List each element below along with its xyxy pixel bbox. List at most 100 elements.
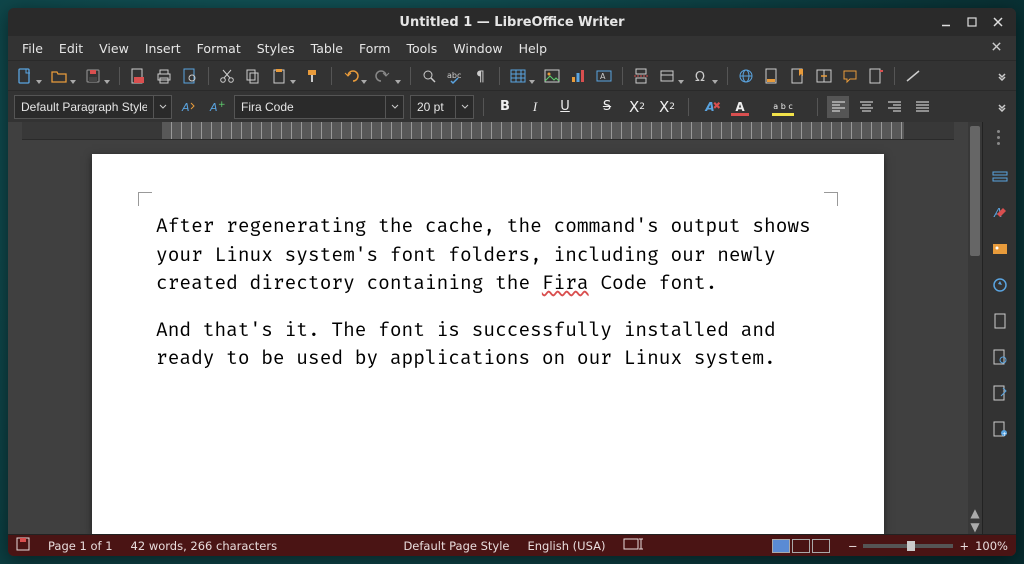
sidebar-style-inspector-icon[interactable] bbox=[989, 346, 1011, 368]
status-wordcount[interactable]: 42 words, 266 characters bbox=[131, 539, 278, 553]
insert-special-char-button[interactable]: Ω bbox=[690, 65, 712, 87]
view-single-page-button[interactable] bbox=[772, 539, 790, 553]
paragraph-style-combo[interactable] bbox=[14, 95, 172, 119]
font-size-dropdown[interactable] bbox=[455, 96, 473, 118]
status-insert-mode[interactable] bbox=[623, 538, 645, 553]
print-preview-button[interactable] bbox=[179, 65, 201, 87]
font-name-combo[interactable] bbox=[234, 95, 404, 119]
minimize-button[interactable] bbox=[934, 12, 958, 32]
new-document-button[interactable] bbox=[14, 65, 36, 87]
sidebar-page-icon[interactable] bbox=[989, 310, 1011, 332]
font-color-button[interactable]: A bbox=[728, 95, 752, 119]
redo-button[interactable] bbox=[373, 65, 395, 87]
sidebar-handle[interactable] bbox=[997, 130, 1003, 146]
font-size-input[interactable] bbox=[411, 100, 455, 114]
view-book-button[interactable] bbox=[812, 539, 830, 553]
insert-comment-button[interactable] bbox=[839, 65, 861, 87]
insert-textbox-button[interactable]: A bbox=[593, 65, 615, 87]
formatting-overflow-button[interactable] bbox=[994, 96, 1010, 118]
insert-page-break-button[interactable] bbox=[630, 65, 652, 87]
update-style-button[interactable]: A bbox=[178, 96, 200, 118]
toolbar-overflow-button[interactable] bbox=[994, 65, 1010, 87]
menu-form[interactable]: Form bbox=[351, 38, 399, 59]
document-page[interactable]: After regenerating the cache, the comman… bbox=[92, 154, 884, 534]
menu-file[interactable]: File bbox=[14, 38, 51, 59]
font-size-combo[interactable] bbox=[410, 95, 474, 119]
superscript-button[interactable]: X2 bbox=[625, 95, 649, 119]
print-button[interactable] bbox=[153, 65, 175, 87]
copy-button[interactable] bbox=[242, 65, 264, 87]
find-replace-button[interactable] bbox=[418, 65, 440, 87]
zoom-out-button[interactable]: − bbox=[848, 539, 858, 553]
insert-table-button[interactable] bbox=[507, 65, 529, 87]
maximize-button[interactable] bbox=[960, 12, 984, 32]
insert-bookmark-button[interactable] bbox=[787, 65, 809, 87]
insert-field-button[interactable] bbox=[656, 65, 678, 87]
clone-formatting-button[interactable] bbox=[302, 65, 324, 87]
insert-line-button[interactable] bbox=[902, 65, 924, 87]
insert-hyperlink-button[interactable] bbox=[735, 65, 757, 87]
insert-image-button[interactable] bbox=[541, 65, 563, 87]
sidebar-manage-changes-icon[interactable] bbox=[989, 382, 1011, 404]
sidebar-properties-icon[interactable] bbox=[989, 166, 1011, 188]
align-justify-button[interactable] bbox=[911, 96, 933, 118]
save-status-icon[interactable] bbox=[16, 537, 30, 554]
menu-window[interactable]: Window bbox=[445, 38, 510, 59]
menu-help[interactable]: Help bbox=[511, 38, 556, 59]
highlight-color-button[interactable]: a b c bbox=[770, 95, 796, 119]
menu-insert[interactable]: Insert bbox=[137, 38, 189, 59]
align-center-button[interactable] bbox=[855, 96, 877, 118]
paste-button[interactable] bbox=[268, 65, 290, 87]
insert-chart-button[interactable] bbox=[567, 65, 589, 87]
zoom-percent[interactable]: 100% bbox=[975, 539, 1008, 553]
sidebar-accessibility-icon[interactable]: + bbox=[989, 418, 1011, 440]
close-window-button[interactable] bbox=[986, 12, 1010, 32]
menu-view[interactable]: View bbox=[91, 38, 137, 59]
font-name-input[interactable] bbox=[235, 100, 385, 114]
scroll-down-button[interactable]: ▼ bbox=[968, 520, 982, 534]
strike-button[interactable]: S bbox=[595, 95, 619, 119]
status-page-style[interactable]: Default Page Style bbox=[403, 539, 509, 553]
vertical-scrollbar[interactable]: ▲ ▼ bbox=[968, 122, 982, 534]
sidebar-gallery-icon[interactable] bbox=[989, 238, 1011, 260]
menu-tools[interactable]: Tools bbox=[398, 38, 445, 59]
paragraph-1[interactable]: After regenerating the cache, the comman… bbox=[156, 212, 820, 298]
horizontal-ruler[interactable] bbox=[22, 122, 954, 140]
paragraph-2[interactable]: And that's it. The font is successfully … bbox=[156, 316, 820, 373]
view-multi-page-button[interactable] bbox=[792, 539, 810, 553]
sidebar-navigator-icon[interactable] bbox=[989, 274, 1011, 296]
bold-button[interactable]: B bbox=[493, 95, 517, 119]
export-pdf-button[interactable] bbox=[127, 65, 149, 87]
underline-button[interactable]: U bbox=[553, 95, 577, 119]
track-changes-button[interactable] bbox=[865, 65, 887, 87]
save-document-button[interactable] bbox=[82, 65, 104, 87]
cut-button[interactable] bbox=[216, 65, 238, 87]
italic-button[interactable]: I bbox=[523, 95, 547, 119]
subscript-button[interactable]: X2 bbox=[655, 95, 679, 119]
status-page[interactable]: Page 1 of 1 bbox=[48, 539, 113, 553]
status-language[interactable]: English (USA) bbox=[528, 539, 606, 553]
menu-styles[interactable]: Styles bbox=[249, 38, 303, 59]
menu-format[interactable]: Format bbox=[189, 38, 249, 59]
insert-footnote-button[interactable] bbox=[761, 65, 783, 87]
close-document-button[interactable] bbox=[983, 39, 1010, 57]
new-style-button[interactable]: A+ bbox=[206, 96, 228, 118]
scrollbar-thumb[interactable] bbox=[970, 126, 980, 256]
sidebar-styles-icon[interactable]: A bbox=[989, 202, 1011, 224]
scroll-up-button[interactable]: ▲ bbox=[968, 506, 982, 520]
clear-formatting-button[interactable]: A✖ bbox=[698, 95, 722, 119]
undo-button[interactable] bbox=[339, 65, 361, 87]
zoom-in-button[interactable]: + bbox=[959, 539, 969, 553]
menu-edit[interactable]: Edit bbox=[51, 38, 91, 59]
paragraph-style-input[interactable] bbox=[15, 100, 153, 114]
align-left-button[interactable] bbox=[827, 96, 849, 118]
spellcheck-button[interactable]: abc bbox=[444, 65, 466, 87]
align-right-button[interactable] bbox=[883, 96, 905, 118]
formatting-marks-button[interactable]: ¶ bbox=[470, 65, 492, 87]
page-viewport[interactable]: After regenerating the cache, the comman… bbox=[8, 140, 968, 534]
paragraph-style-dropdown[interactable] bbox=[153, 96, 171, 118]
open-document-button[interactable] bbox=[48, 65, 70, 87]
menu-table[interactable]: Table bbox=[303, 38, 351, 59]
font-name-dropdown[interactable] bbox=[385, 96, 403, 118]
insert-cross-reference-button[interactable] bbox=[813, 65, 835, 87]
